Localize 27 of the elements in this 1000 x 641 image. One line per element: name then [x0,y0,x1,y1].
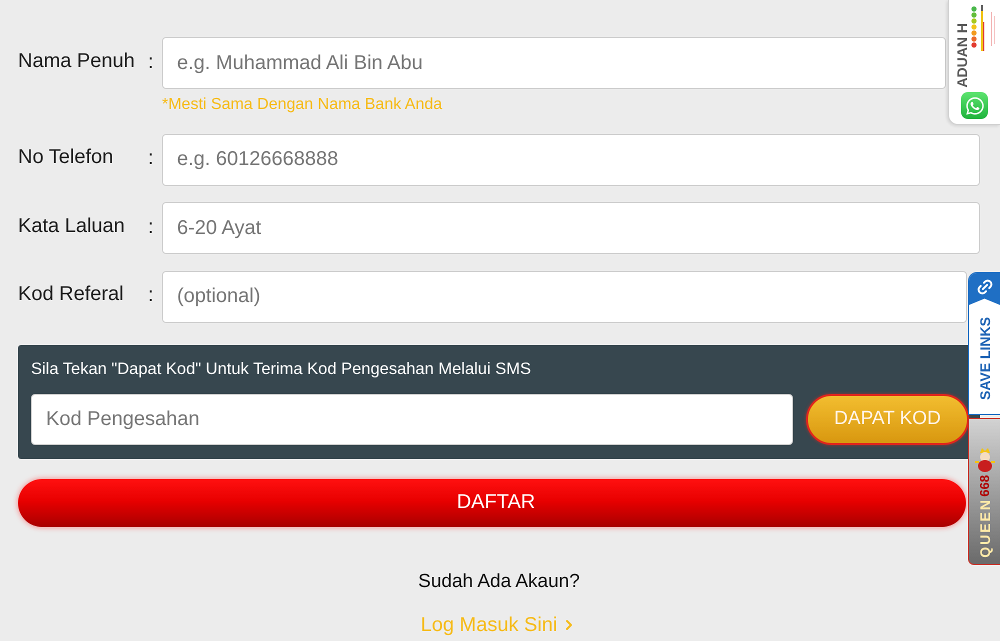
label-colon: : [147,50,155,74]
label-colon: : [147,146,155,170]
field-hint: *Mesti Sama Dengan Nama Bank Anda [162,95,442,115]
chat-phone-icon[interactable] [961,92,988,119]
label-colon: : [147,214,155,238]
code-input-field[interactable]: Kod Pengesahan [31,394,793,444]
field-label: Kod Referal [18,282,125,306]
field-label: No Telefon [18,145,114,169]
brand-number: 668 [978,474,991,496]
input-field[interactable]: e.g. Muhammad Ali Bin Abu [162,37,946,89]
brand-name: QUEEN [978,498,992,558]
complaint-label: ADUAN H [955,23,969,88]
signal-meter-icon [970,4,998,52]
save-links-tab[interactable]: SAVE LINKS [968,272,1000,415]
brand-tab[interactable]: 668QUEEN [968,418,1000,565]
register-button[interactable]: DAFTAR [18,478,966,526]
field-label: Nama Penuh [18,48,136,72]
get-code-button[interactable]: DAPAT KOD [806,394,969,444]
input-field[interactable]: e.g. 60126668888 [162,134,980,186]
account-question: Sudah Ada Akaun? [418,570,580,592]
link-icon [976,278,994,296]
input-field[interactable]: (optional) [162,270,967,322]
field-label: Kata Laluan [18,214,126,238]
label-colon: : [147,283,155,307]
input-field[interactable]: 6-20 Ayat [162,202,980,254]
sms-instruction: Sila Tekan "Dapat Kod" Untuk Terima Kod Pengesahan Melalui SMS [31,358,531,380]
mascot-icon [974,446,996,472]
